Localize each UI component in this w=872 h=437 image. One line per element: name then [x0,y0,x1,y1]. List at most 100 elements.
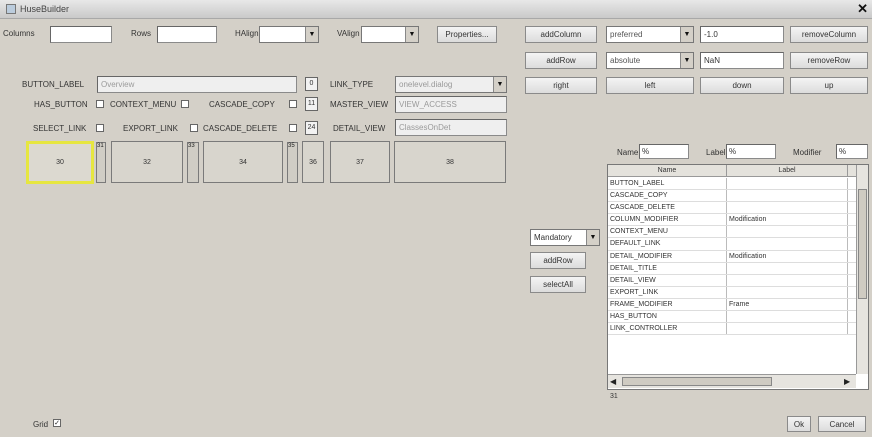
up-button[interactable]: up [790,77,868,94]
cell-name: DETAIL_MODIFIER [608,250,727,262]
mode-select[interactable]: Mandatory ▼ [530,229,600,246]
rows-label: Rows [131,29,152,38]
cell-name: CASCADE_DELETE [608,202,727,214]
select-all-button[interactable]: selectAll [530,276,586,293]
valign-select[interactable]: ▼ [361,26,419,43]
table-row[interactable]: DEFAULT_LINK [608,238,856,251]
left-button[interactable]: left [606,77,694,94]
down-button[interactable]: down [700,77,784,94]
scroll-right-icon[interactable]: ▶ [844,377,850,386]
has-button-label: HAS_BUTTON [34,100,88,109]
add-row-layout-button[interactable]: addRow [525,52,597,69]
cell-name: EXPORT_LINK [608,286,727,298]
grid-cell[interactable]: 36 [302,141,324,183]
label-filter-input[interactable]: % [726,144,776,159]
cell-label [727,323,848,335]
right-button[interactable]: right [525,77,597,94]
table-row[interactable]: FRAME_MODIFIER Frame [608,298,856,312]
cell-name: FRAME_MODIFIER [608,298,727,311]
table-body: BUTTON_LABEL CASCADE_COPY CASCADE_DELETE CO… [608,178,856,336]
name-filter-label: Name [617,148,639,157]
column-size-mode-value: preferred [610,30,643,39]
detail-view-input[interactable]: ClassesOnDet [395,119,507,136]
vertical-scrollbar[interactable] [856,165,868,374]
table-row[interactable]: HAS_BUTTON [608,311,856,324]
cell-label [727,286,848,298]
cascade-delete-checkbox[interactable] [289,124,297,132]
cancel-button[interactable]: Cancel [818,416,866,432]
row-size-mode-select[interactable]: absolute ▼ [606,52,694,69]
cell-name: DEFAULT_LINK [608,238,727,250]
table-row[interactable]: DETAIL_MODIFIER Modification [608,250,856,263]
context-menu-checkbox[interactable] [181,100,189,108]
app-icon [6,4,16,14]
add-row-button[interactable]: addRow [530,252,586,269]
cell-label [727,190,848,202]
grid-cell[interactable]: 37 [330,141,390,183]
grid-cell[interactable]: 38 [394,141,506,183]
cascade-copy-index: 11 [305,97,318,111]
rows-input[interactable] [157,26,217,43]
row-size-input[interactable]: NaN [700,52,784,69]
has-button-checkbox[interactable] [96,100,104,108]
grid-spacer-cell[interactable]: 33 [187,142,199,183]
column-size-input[interactable]: -1.0 [700,26,784,43]
button-label-label: BUTTON_LABEL [22,80,85,89]
scrollbar-thumb[interactable] [622,377,772,386]
modifier-filter-input[interactable]: % [836,144,868,159]
mode-select-value: Mandatory [534,233,572,242]
select-link-label: SELECT_LINK [33,124,87,133]
columns-input[interactable] [50,26,112,43]
chevron-down-icon: ▼ [586,230,599,245]
grid-cell[interactable]: 34 [203,141,283,183]
export-link-checkbox[interactable] [190,124,198,132]
properties-button[interactable]: Properties... [437,26,497,43]
grid-cell[interactable]: 32 [111,141,183,183]
chevron-down-icon: ▼ [680,53,693,68]
column-header-name[interactable]: Name [608,165,727,176]
chevron-down-icon: ▼ [305,27,318,42]
select-link-checkbox[interactable] [96,124,104,132]
master-view-input[interactable]: VIEW_ACCESS [395,96,507,113]
add-column-button[interactable]: addColumn [525,26,597,43]
ok-button[interactable]: Ok [787,416,811,432]
grid-cell[interactable]: 30 [26,141,94,184]
row-size-mode-value: absolute [610,56,641,65]
grid-spacer-cell[interactable]: 31 [96,142,106,183]
table-row[interactable]: DETAIL_VIEW [608,274,856,287]
name-filter-input[interactable]: % [639,144,689,159]
grid-label: Grid [33,420,49,429]
close-icon[interactable]: ✕ [857,1,868,17]
cell-name: LINK_CONTROLLER [608,323,727,335]
cell-label [727,202,848,214]
table-row[interactable]: EXPORT_LINK [608,286,856,299]
grid-spacer-cell[interactable]: 35 [287,142,298,183]
grid-spacer-label: 31 [97,143,104,149]
table-row[interactable]: CASCADE_COPY [608,190,856,203]
table-row[interactable]: LINK_CONTROLLER [608,323,856,336]
button-label-index: 0 [305,77,318,91]
button-label-input[interactable]: Overview [97,76,297,93]
table-row[interactable]: CASCADE_DELETE [608,202,856,215]
halign-select[interactable]: ▼ [259,26,319,43]
scrollbar-thumb[interactable] [858,189,867,299]
table-row[interactable]: DETAIL_TITLE [608,262,856,275]
column-size-mode-select[interactable]: preferred ▼ [606,26,694,43]
cell-name: BUTTON_LABEL [608,178,727,190]
link-type-select[interactable]: onelevel.dialog ▼ [395,76,507,93]
cascade-copy-checkbox[interactable] [289,100,297,108]
table-row[interactable]: CONTEXT_MENU [608,226,856,239]
row-count: 31 [610,393,618,400]
horizontal-scrollbar[interactable]: ◀ ▶ [608,374,856,388]
grid-spacer-label: 35 [288,143,295,149]
grid-checkbox[interactable]: ✓ [53,419,61,427]
table-row[interactable]: COLUMN_MODIFIER Modification [608,214,856,227]
scroll-left-icon[interactable]: ◀ [610,377,616,386]
cell-label [727,178,848,190]
cell-name: DETAIL_VIEW [608,274,727,286]
remove-column-button[interactable]: removeColumn [790,26,868,43]
table-row[interactable]: BUTTON_LABEL [608,178,856,191]
remove-row-button[interactable]: removeRow [790,52,868,69]
column-header-label[interactable]: Label [727,165,848,176]
link-type-value: onelevel.dialog [399,80,453,89]
